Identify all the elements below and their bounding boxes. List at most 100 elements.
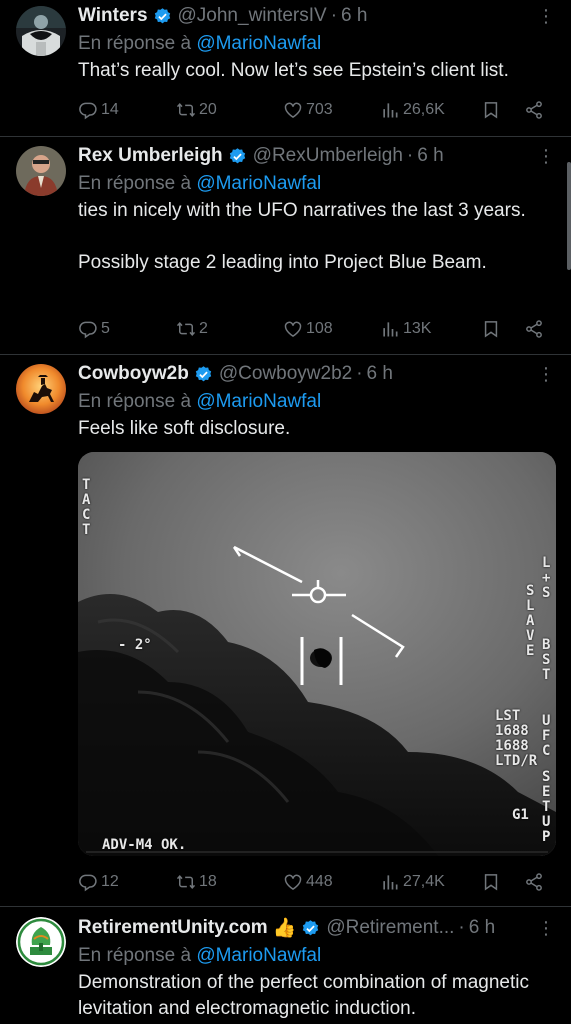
share-button[interactable] <box>524 319 547 339</box>
share-button[interactable] <box>524 872 547 892</box>
action-bar: 12 18 448 27,4K <box>78 870 555 894</box>
reply-prefix: En réponse à <box>78 945 192 966</box>
hud-bst-label: BST <box>542 637 551 683</box>
timestamp[interactable]: 6 h <box>341 5 367 27</box>
more-options-icon[interactable]: ⋮ <box>537 918 555 939</box>
view-count: 13K <box>403 320 432 337</box>
more-options-icon[interactable]: ⋮ <box>537 364 555 385</box>
reply-icon <box>78 100 98 120</box>
like-button[interactable]: 703 <box>283 100 333 120</box>
reply-context: En réponse à @MarioNawfal <box>78 170 555 198</box>
share-icon <box>524 872 544 892</box>
hud-g1-label: G1 <box>512 807 529 823</box>
scrollbar[interactable] <box>567 162 571 270</box>
author-handle[interactable]: @RexUmberleigh <box>253 145 403 167</box>
views-button[interactable]: 26,6K <box>380 100 445 120</box>
author-handle[interactable]: @Retirement... <box>326 917 454 939</box>
like-icon <box>283 319 303 339</box>
like-button[interactable]: 448 <box>283 872 333 892</box>
view-count: 26,6K <box>403 101 445 118</box>
bookmark-icon <box>481 100 501 120</box>
timestamp[interactable]: 6 h <box>469 917 495 939</box>
verified-badge-icon <box>153 7 172 26</box>
avatar[interactable] <box>16 6 66 56</box>
action-bar: 5 2 108 13K <box>78 317 555 341</box>
bookmark-button[interactable] <box>481 100 504 120</box>
tweet[interactable]: Rex Umberleigh @RexUmberleigh · 6 h En r… <box>0 137 571 354</box>
like-count: 108 <box>306 320 333 337</box>
verified-badge-icon <box>194 365 213 384</box>
retweet-count: 2 <box>199 320 208 337</box>
bookmark-icon <box>481 319 501 339</box>
share-icon <box>524 100 544 120</box>
hud-ls-label: L+S <box>542 555 551 601</box>
bookmark-button[interactable] <box>481 319 504 339</box>
timestamp[interactable]: 6 h <box>367 363 393 385</box>
hud-slave-label: SLAVE <box>526 583 535 659</box>
author-name[interactable]: Cowboyw2b <box>78 363 189 385</box>
separator-dot: · <box>330 5 338 26</box>
tweet-text: Feels like soft disclosure. <box>78 418 291 439</box>
reply-mention-link[interactable]: @MarioNawfal <box>196 945 321 966</box>
retweet-icon <box>176 100 196 120</box>
views-icon <box>380 872 400 892</box>
reply-prefix: En réponse à <box>78 33 192 54</box>
author-name[interactable]: Rex Umberleigh <box>78 145 223 167</box>
reply-icon <box>78 319 98 339</box>
tweet[interactable]: RetirementUnity.com 👍 @Retirement... · 6… <box>0 907 571 1024</box>
retweet-button[interactable]: 18 <box>176 872 217 892</box>
reply-prefix: En réponse à <box>78 391 192 412</box>
share-button[interactable] <box>524 100 547 120</box>
like-button[interactable]: 108 <box>283 319 333 339</box>
tweet-text: That’s really cool. Now let’s see Epstei… <box>78 60 509 81</box>
hud-setup-label: SETUP <box>542 769 551 845</box>
like-icon <box>283 872 303 892</box>
author-name[interactable]: Winters <box>78 5 148 27</box>
hud-adv-label: ADV-M4 OK. <box>102 837 187 853</box>
more-options-icon[interactable]: ⋮ <box>537 6 555 27</box>
tweet-media-image[interactable]: TACT - 2° SLAVE L+S BST LST 1688 1688 LT… <box>78 452 556 856</box>
reply-count: 5 <box>101 320 110 337</box>
author-handle[interactable]: @Cowboyw2b2 <box>219 363 352 385</box>
separator-dot: · <box>406 145 414 166</box>
reply-button[interactable]: 14 <box>78 100 119 120</box>
reply-mention-link[interactable]: @MarioNawfal <box>196 173 321 194</box>
more-options-icon[interactable]: ⋮ <box>537 146 555 167</box>
retweet-icon <box>176 872 196 892</box>
retweet-count: 20 <box>199 101 217 118</box>
reply-context: En réponse à @MarioNawfal <box>78 30 555 58</box>
timestamp[interactable]: 6 h <box>417 145 443 167</box>
tweet[interactable]: Winters @John_wintersIV · 6 h En réponse… <box>0 0 571 136</box>
reply-context: En réponse à @MarioNawfal <box>78 388 555 416</box>
tweet[interactable]: Cowboyw2b @Cowboyw2b2 · 6 h En réponse à… <box>0 355 571 906</box>
reply-button[interactable]: 12 <box>78 872 119 892</box>
hud-lst-line: LTD/R <box>495 753 538 769</box>
avatar[interactable] <box>16 917 66 967</box>
retweet-icon <box>176 319 196 339</box>
share-icon <box>524 319 544 339</box>
hud-angle-label: - 2° <box>118 637 152 653</box>
hud-lst-line: LST <box>495 708 521 724</box>
separator-dot: · <box>356 363 363 384</box>
views-button[interactable]: 27,4K <box>380 872 445 892</box>
views-icon <box>380 319 400 339</box>
separator-dot: · <box>458 917 465 938</box>
tweet-text: Demonstration of the perfect combination… <box>78 972 535 1019</box>
retweet-button[interactable]: 2 <box>176 319 208 339</box>
author-name[interactable]: RetirementUnity.com <box>78 917 268 939</box>
bookmark-button[interactable] <box>481 872 504 892</box>
author-handle[interactable]: @John_wintersIV <box>178 5 327 27</box>
reply-prefix: En réponse à <box>78 173 192 194</box>
hud-lst-line: 1688 <box>495 723 529 739</box>
retweet-button[interactable]: 20 <box>176 100 217 120</box>
like-count: 448 <box>306 873 333 890</box>
views-button[interactable]: 13K <box>380 319 431 339</box>
avatar[interactable] <box>16 364 66 414</box>
reply-mention-link[interactable]: @MarioNawfal <box>196 33 321 54</box>
reply-button[interactable]: 5 <box>78 319 110 339</box>
like-count: 703 <box>306 101 333 118</box>
avatar[interactable] <box>16 146 66 196</box>
reply-mention-link[interactable]: @MarioNawfal <box>196 391 321 412</box>
thumbs-up-icon: 👍 <box>272 918 297 939</box>
tweet-text: ties in nicely with the UFO narratives t… <box>78 200 526 273</box>
